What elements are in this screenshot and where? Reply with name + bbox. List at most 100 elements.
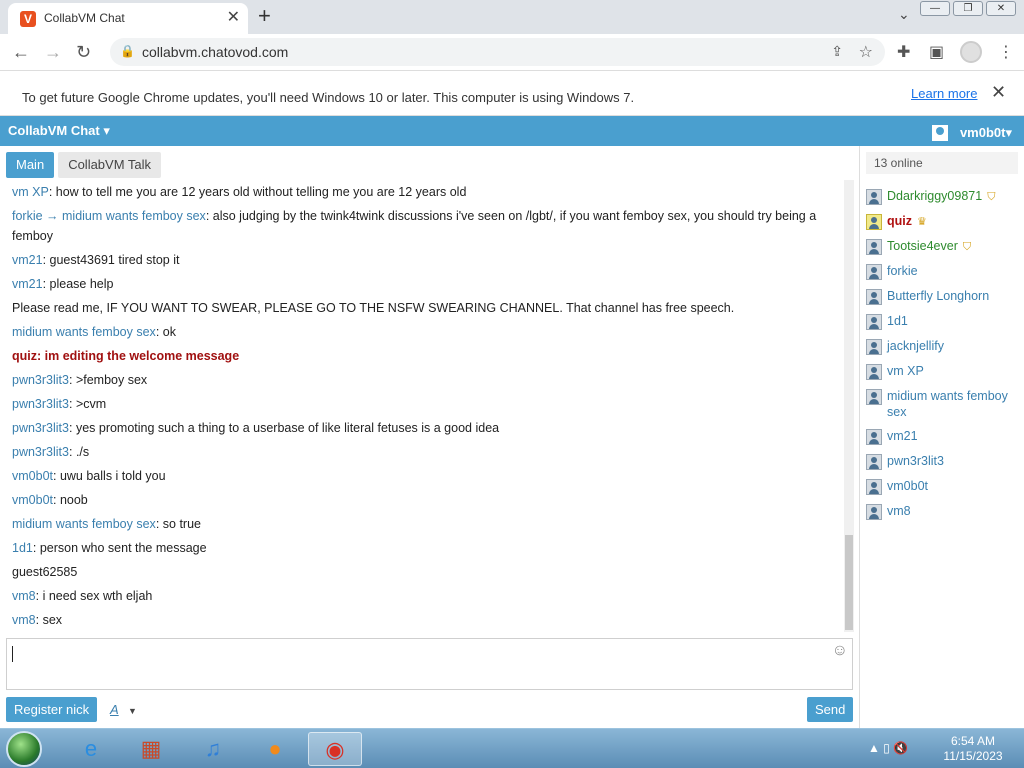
message-nick[interactable]: pwn3r3lit3 (12, 397, 69, 411)
user-name: jacknjellify (887, 339, 944, 353)
taskbar-clock[interactable]: 6:54 AM 11/15/2023 (938, 734, 1008, 764)
font-chevron-down-icon[interactable]: ▼ (128, 706, 137, 716)
message-nick[interactable]: vm21 (12, 253, 43, 267)
collabvm-favicon-icon: V (20, 11, 36, 27)
message-nick[interactable]: vm0b0t (12, 469, 53, 483)
tab-search-chevron-icon[interactable]: ⌄ (898, 6, 910, 23)
smiley-icon[interactable]: ☺ (832, 642, 848, 660)
reload-icon[interactable]: ↻ (76, 42, 91, 62)
user-list-item[interactable]: vm21 (866, 426, 1021, 447)
profile-avatar-icon[interactable] (960, 41, 982, 63)
message-nick[interactable]: pwn3r3lit3 (12, 373, 69, 387)
internet-explorer-icon[interactable]: e (64, 732, 118, 766)
message-nick[interactable]: vm8 (12, 589, 36, 603)
chrome-icon[interactable]: ◉ (308, 732, 362, 766)
user-menu[interactable]: vm0b0t ▾ (931, 123, 1012, 143)
back-arrow-icon[interactable]: ← (12, 42, 30, 62)
minimize-icon[interactable]: — (920, 1, 950, 16)
user-list-item[interactable]: Tootsie4ever ⛉ (866, 236, 1021, 257)
message-nick[interactable]: vm XP (12, 185, 49, 199)
shield-icon: ⛉ (987, 191, 996, 203)
user-name-wrap: vm8 (887, 503, 911, 519)
user-list-item[interactable]: 1d1 (866, 311, 1021, 332)
message-nick[interactable]: quiz (12, 349, 37, 363)
message-text: please help (49, 277, 114, 291)
message-text: >femboy sex (75, 373, 148, 387)
start-button-icon[interactable] (6, 731, 42, 767)
message-nick[interactable]: midium wants femboy sex (12, 517, 156, 531)
register-nick-button[interactable]: Register nick (6, 697, 98, 722)
message-input[interactable]: ☺ (6, 638, 853, 690)
message-nick[interactable]: pwn3r3lit3 (12, 445, 69, 459)
app-header: CollabVM Chat ▾ vm0b0t ▾ (0, 116, 1024, 146)
user-name-wrap: quiz ♛ (887, 213, 927, 230)
firefox-icon[interactable]: ● (248, 732, 302, 766)
extensions-puzzle-icon[interactable]: ✚ (897, 42, 910, 62)
system-tray-icons[interactable]: ▲ ▯ 🔇 (868, 741, 908, 755)
user-name: midium wants femboy sex (887, 389, 1008, 419)
infobar-close-icon[interactable]: ✕ (991, 82, 1006, 103)
browser-tab[interactable]: V CollabVM Chat ✕ (8, 3, 248, 34)
music-icon[interactable]: ♫ (186, 732, 240, 766)
user-list-item[interactable]: forkie (866, 261, 1021, 282)
user-name: pwn3r3lit3 (887, 454, 944, 468)
user-avatar-icon (866, 364, 882, 380)
user-avatar-icon (866, 429, 882, 445)
user-list-item[interactable]: vm0b0t (866, 476, 1021, 497)
nick-separator: : (53, 469, 60, 483)
message-scrollbar[interactable] (844, 180, 854, 632)
message-text: noob (59, 493, 88, 507)
store-icon[interactable]: ▦ (124, 732, 178, 766)
chat-message: 1d1: person who sent the message (6, 536, 842, 560)
window-close-icon[interactable]: ✕ (986, 1, 1016, 16)
user-list-item[interactable]: Ddarkriggy09871 ⛉ (866, 186, 1021, 207)
user-avatar-icon (866, 339, 882, 355)
message-nick[interactable]: midium wants femboy sex (12, 325, 156, 339)
brand-menu[interactable]: CollabVM Chat ▾ (8, 123, 110, 139)
nick-separator: : (35, 613, 43, 627)
user-list-item[interactable]: midium wants femboy sex (866, 386, 1021, 422)
new-tab-icon[interactable]: + (258, 4, 271, 28)
chevron-down-icon: ▾ (1005, 125, 1012, 140)
side-panel-icon[interactable]: ▣ (929, 42, 944, 62)
tab-main[interactable]: Main (6, 152, 55, 178)
user-list-item[interactable]: Butterfly Longhorn (866, 286, 1021, 307)
user-list-item[interactable]: vm8 (866, 501, 1021, 522)
font-style-button[interactable]: A (110, 702, 119, 717)
tab-collabvm-talk[interactable]: CollabVM Talk (58, 152, 162, 178)
forward-arrow-icon[interactable]: → (44, 42, 62, 62)
message-nick[interactable]: 1d1 (12, 541, 33, 555)
message-nick[interactable]: pwn3r3lit3 (12, 421, 69, 435)
message-nick[interactable]: vm21 (12, 277, 43, 291)
message-nick[interactable]: forkie → midium wants femboy sex (12, 209, 206, 223)
chrome-menu-icon[interactable]: ⋮ (998, 42, 1014, 62)
tab-close-icon[interactable]: ✕ (227, 9, 240, 27)
user-name: 1d1 (887, 314, 908, 328)
chat-message: midium wants femboy sex: so true (6, 512, 842, 536)
user-list-item[interactable]: jacknjellify (866, 336, 1021, 357)
user-list-item[interactable]: vm XP (866, 361, 1021, 382)
chat-message: vm8: i need sex wth eljah (6, 584, 842, 608)
nick-separator: : (68, 445, 76, 459)
learn-more-link[interactable]: Learn more (911, 86, 977, 101)
bookmark-star-icon[interactable]: ☆ (859, 42, 873, 62)
user-name-wrap: vm21 (887, 428, 918, 444)
scrollbar-thumb[interactable] (845, 535, 853, 630)
send-button[interactable]: Send (807, 697, 854, 722)
chat-message: forkie → midium wants femboy sex: also j… (6, 204, 842, 248)
nick-separator: : (48, 185, 56, 199)
message-nick[interactable]: vm0b0t (12, 493, 53, 507)
address-bar[interactable]: 🔒 collabvm.chatovod.com ⇪ ☆ (110, 38, 885, 66)
message-text: >cvm (75, 397, 107, 411)
message-nick[interactable]: vm8 (12, 613, 36, 627)
user-list-item[interactable]: pwn3r3lit3 (866, 451, 1021, 472)
user-name-wrap: forkie (887, 263, 918, 279)
chat-message: guest62585 (6, 560, 842, 584)
nick-separator: : (155, 517, 163, 531)
user-list-item[interactable]: quiz ♛ (866, 211, 1021, 232)
share-icon[interactable]: ⇪ (831, 43, 843, 60)
chevron-down-icon: ▾ (103, 123, 110, 138)
user-name-wrap: 1d1 (887, 313, 908, 329)
maximize-icon[interactable]: ❐ (953, 1, 983, 16)
nick-separator: : (42, 253, 50, 267)
